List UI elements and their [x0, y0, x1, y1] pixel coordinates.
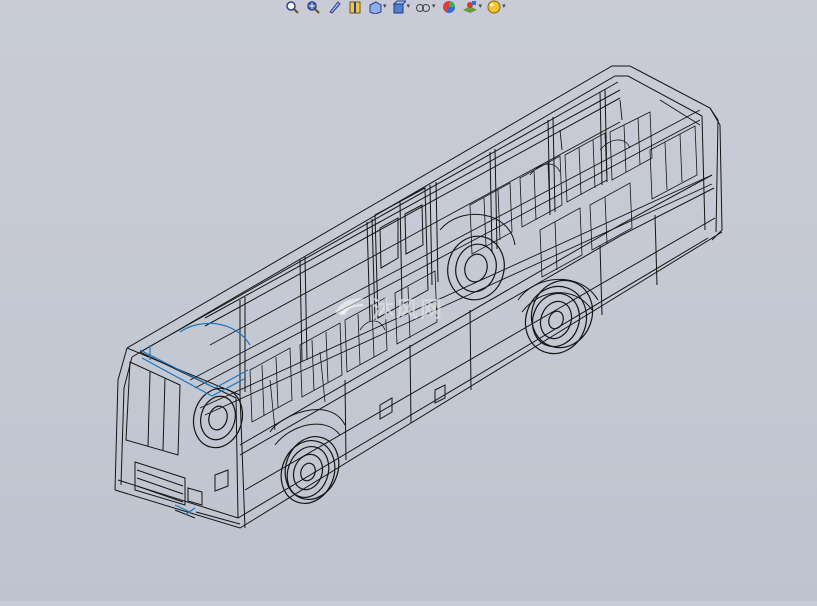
wheel-rear-left	[524, 279, 594, 355]
section-view-icon	[349, 1, 361, 14]
apply-scene-button[interactable]: ▾	[461, 0, 484, 14]
view-settings-icon	[487, 0, 501, 14]
interior-seats	[249, 111, 698, 431]
previous-view-button[interactable]	[325, 0, 343, 14]
chevron-down-icon: ▾	[432, 3, 436, 10]
display-style-button[interactable]: ▾	[391, 0, 412, 14]
display-style-icon	[392, 0, 406, 14]
hide-show-items-icon	[416, 4, 431, 12]
edit-appearance-icon	[442, 1, 455, 14]
selected-front-frame[interactable]	[139, 322, 251, 516]
watermark-logo-icon	[335, 298, 365, 316]
edit-appearance-button[interactable]	[440, 0, 458, 14]
graphics-viewport[interactable]: 沐风网	[0, 14, 817, 601]
chevron-down-icon: ▾	[502, 3, 506, 10]
heads-up-view-toolbar: ▾ ▾ ▾ ▾ ▾	[283, 0, 507, 14]
hide-show-items-button[interactable]: ▾	[414, 0, 437, 14]
zoom-to-area-icon	[307, 1, 320, 14]
zoom-to-fit-button[interactable]	[283, 0, 301, 14]
chevron-down-icon: ▾	[383, 3, 387, 10]
view-orientation-button[interactable]: ▾	[367, 0, 388, 14]
zoom-to-area-button[interactable]	[304, 0, 322, 14]
section-view-button[interactable]	[346, 0, 364, 14]
chevron-down-icon: ▾	[406, 3, 411, 10]
apply-scene-icon	[462, 1, 477, 13]
chevron-down-icon: ▾	[478, 3, 483, 10]
wheel-front-left	[280, 436, 340, 504]
zoom-to-fit-icon	[286, 1, 299, 14]
watermark-text: 沐风网	[372, 298, 445, 323]
view-orientation-icon	[369, 1, 382, 14]
view-settings-button[interactable]: ▾	[486, 0, 507, 14]
interior-rails	[189, 99, 713, 416]
previous-view-icon	[329, 1, 341, 14]
